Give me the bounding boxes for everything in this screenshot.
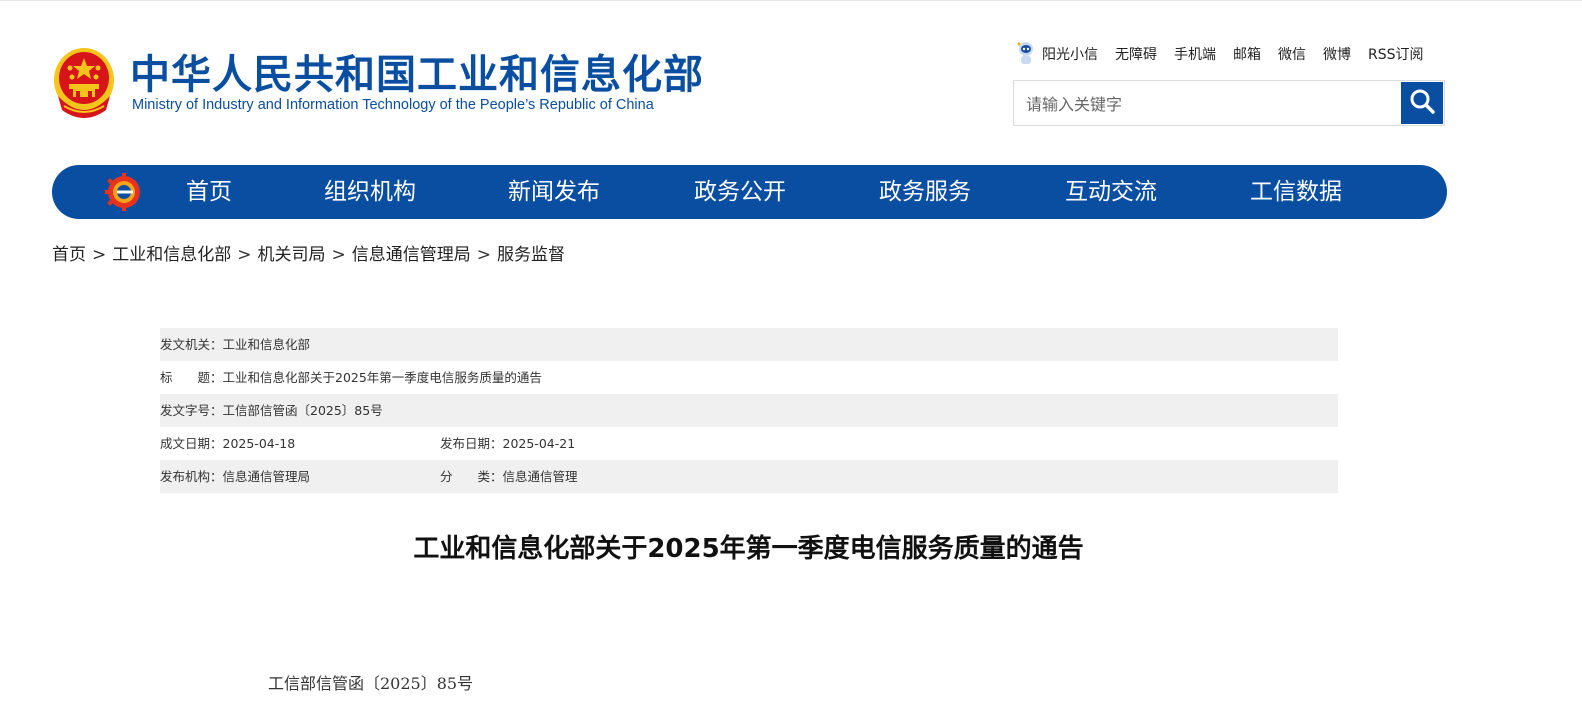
breadcrumb-separator: > — [92, 245, 107, 265]
breadcrumb-separator: > — [237, 245, 252, 265]
breadcrumb-telecom-bureau[interactable]: 信息通信管理局 — [352, 245, 471, 265]
info-issuer: 发文机关：工业和信息化部 — [160, 337, 311, 352]
info-category: 分 类：信息通信管理 — [440, 469, 578, 484]
link-mobile[interactable]: 手机端 — [1174, 44, 1216, 64]
link-sunshine-xiaoxin[interactable]: 阳光小信 — [1042, 44, 1098, 64]
search-icon — [1409, 88, 1435, 118]
miit-logo-icon — [105, 173, 143, 211]
national-emblem-icon — [52, 46, 116, 120]
breadcrumb-separator: > — [331, 245, 346, 265]
document-info-table: 发文机关：工业和信息化部 标 题：工业和信息化部关于2025年第一季度电信服务质… — [160, 328, 1338, 493]
link-email[interactable]: 邮箱 — [1233, 44, 1261, 64]
nav-item-interaction[interactable]: 互动交流 — [1065, 165, 1157, 219]
link-rss[interactable]: RSS订阅 — [1368, 44, 1424, 64]
search-button[interactable] — [1401, 82, 1443, 124]
document-number: 工信部信管函〔2025〕85号 — [268, 674, 474, 693]
link-accessibility[interactable]: 无障碍 — [1115, 44, 1157, 64]
robot-assistant-icon — [1016, 41, 1036, 67]
link-wechat[interactable]: 微信 — [1278, 44, 1306, 64]
info-row: 成文日期：2025-04-18 发布日期：2025-04-21 — [160, 427, 1338, 460]
ministry-title-en: Ministry of Industry and Information Tec… — [132, 97, 654, 113]
breadcrumb-separator: > — [476, 245, 491, 265]
info-row: 发文字号：工信部信管函〔2025〕85号 — [160, 394, 1338, 427]
info-publisher: 发布机构：信息通信管理局 — [160, 469, 311, 484]
breadcrumb: 首页 > 工业和信息化部 > 机关司局 > 信息通信管理局 > 服务监督 — [52, 240, 565, 265]
top-border — [0, 0, 1582, 1]
quick-links: 阳光小信 无障碍 手机端 邮箱 微信 微博 RSS订阅 — [1016, 40, 1424, 68]
nav-item-home[interactable]: 首页 — [186, 165, 232, 219]
search-box — [1013, 80, 1445, 126]
search-input[interactable] — [1024, 89, 1398, 119]
document-title: 工业和信息化部关于2025年第一季度电信服务质量的通告 — [413, 534, 1084, 564]
main-nav: 首页 组织机构 新闻发布 政务公开 政务服务 互动交流 工信数据 — [52, 165, 1447, 219]
nav-item-news[interactable]: 新闻发布 — [508, 165, 600, 219]
nav-item-organization[interactable]: 组织机构 — [324, 165, 416, 219]
info-published-date: 发布日期：2025-04-21 — [440, 436, 576, 451]
info-row: 标 题：工业和信息化部关于2025年第一季度电信服务质量的通告 — [160, 361, 1338, 394]
ministry-title-cn: 中华人民共和国工业和信息化部 — [130, 52, 704, 98]
info-row: 发文机关：工业和信息化部 — [160, 328, 1338, 361]
info-created-date: 成文日期：2025-04-18 — [160, 436, 296, 451]
breadcrumb-service-supervision[interactable]: 服务监督 — [497, 245, 565, 265]
link-weibo[interactable]: 微博 — [1323, 44, 1351, 64]
nav-item-data[interactable]: 工信数据 — [1250, 165, 1342, 219]
info-row: 发布机构：信息通信管理局 分 类：信息通信管理 — [160, 460, 1338, 493]
breadcrumb-departments[interactable]: 机关司局 — [258, 245, 326, 265]
info-title: 标 题：工业和信息化部关于2025年第一季度电信服务质量的通告 — [160, 370, 542, 385]
nav-item-gov-affairs[interactable]: 政务公开 — [694, 165, 786, 219]
breadcrumb-home[interactable]: 首页 — [52, 245, 86, 265]
info-doc-number: 发文字号：工信部信管函〔2025〕85号 — [160, 403, 383, 418]
breadcrumb-ministry[interactable]: 工业和信息化部 — [112, 245, 231, 265]
nav-item-gov-services[interactable]: 政务服务 — [879, 165, 971, 219]
